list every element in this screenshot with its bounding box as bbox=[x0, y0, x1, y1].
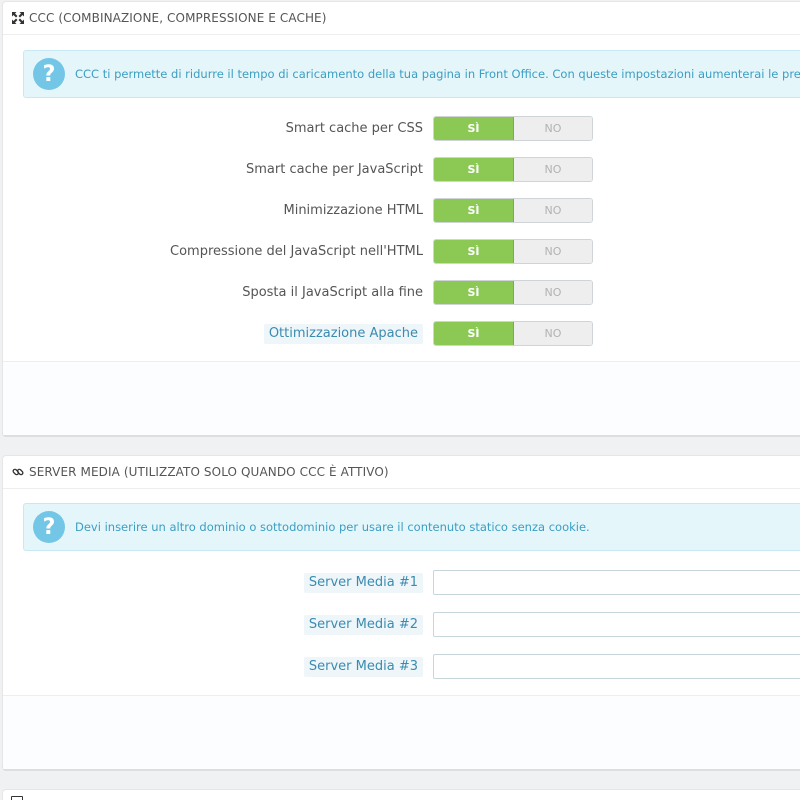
option-row-compress-inline-js: Compressione del JavaScript nell'HTML SÌ… bbox=[3, 239, 800, 264]
ccc-panel-heading: CCC (COMBINAZIONE, COMPRESSIONE E CACHE) bbox=[3, 2, 800, 35]
expand-arrows-icon bbox=[11, 12, 24, 25]
toggle-yes-button[interactable]: SÌ bbox=[434, 240, 514, 263]
media-servers-panel: SERVER MEDIA (UTILIZZATO SOLO QUANDO CCC… bbox=[2, 455, 800, 769]
toggle-no-button[interactable]: NO bbox=[514, 240, 592, 263]
minify-html-toggle[interactable]: SÌ NO bbox=[433, 198, 593, 223]
option-label: Smart cache per CSS bbox=[285, 121, 423, 136]
smart-cache-js-toggle[interactable]: SÌ NO bbox=[433, 157, 593, 182]
server-media-row-2: Server Media #2 bbox=[3, 612, 800, 637]
media-panel-heading: SERVER MEDIA (UTILIZZATO SOLO QUANDO CCC… bbox=[3, 456, 800, 489]
toggle-no-button[interactable]: NO bbox=[514, 322, 592, 345]
server-media-label[interactable]: Server Media #2 bbox=[303, 615, 423, 635]
ccc-panel-footer bbox=[3, 361, 800, 435]
server-media-2-input[interactable] bbox=[433, 612, 800, 637]
ccc-info-text: CCC ti permette di ridurre il tempo di c… bbox=[75, 67, 800, 81]
media-panel-footer bbox=[3, 695, 800, 769]
option-row-smart-cache-js: Smart cache per JavaScript SÌ NO bbox=[3, 157, 800, 182]
option-label: Sposta il JavaScript alla fine bbox=[242, 285, 423, 300]
toggle-no-button[interactable]: NO bbox=[514, 281, 592, 304]
ccc-panel: CCC (COMBINAZIONE, COMPRESSIONE E CACHE)… bbox=[2, 1, 800, 435]
toggle-no-button[interactable]: NO bbox=[514, 199, 592, 222]
server-media-1-input[interactable] bbox=[433, 570, 800, 595]
next-panel bbox=[2, 789, 800, 800]
media-info-text: Devi inserire un altro dominio o sottodo… bbox=[75, 520, 590, 534]
toggle-no-button[interactable]: NO bbox=[514, 158, 592, 181]
server-media-label[interactable]: Server Media #3 bbox=[303, 657, 423, 677]
toggle-yes-button[interactable]: SÌ bbox=[434, 199, 514, 222]
option-label: Minimizzazione HTML bbox=[283, 203, 423, 218]
smart-cache-css-toggle[interactable]: SÌ NO bbox=[433, 116, 593, 141]
ccc-panel-title: CCC (COMBINAZIONE, COMPRESSIONE E CACHE) bbox=[29, 11, 327, 25]
checkbox-icon bbox=[11, 796, 23, 800]
ccc-info-alert: ? CCC ti permette di ridurre il tempo di… bbox=[23, 50, 800, 98]
option-row-apache-optimization: Ottimizzazione Apache SÌ NO bbox=[3, 321, 800, 346]
link-icon bbox=[11, 466, 24, 479]
server-media-label[interactable]: Server Media #1 bbox=[303, 573, 423, 593]
toggle-no-button[interactable]: NO bbox=[514, 117, 592, 140]
move-js-end-toggle[interactable]: SÌ NO bbox=[433, 280, 593, 305]
server-media-row-1: Server Media #1 bbox=[3, 570, 800, 595]
option-row-minify-html: Minimizzazione HTML SÌ NO bbox=[3, 198, 800, 223]
apache-optimization-toggle[interactable]: SÌ NO bbox=[433, 321, 593, 346]
server-media-3-input[interactable] bbox=[433, 654, 800, 679]
help-question-icon: ? bbox=[33, 511, 65, 543]
media-info-alert: ? Devi inserire un altro dominio o sotto… bbox=[23, 503, 800, 551]
media-panel-title: SERVER MEDIA (UTILIZZATO SOLO QUANDO CCC… bbox=[29, 465, 389, 479]
toggle-yes-button[interactable]: SÌ bbox=[434, 322, 514, 345]
option-row-move-js-end: Sposta il JavaScript alla fine SÌ NO bbox=[3, 280, 800, 305]
toggle-yes-button[interactable]: SÌ bbox=[434, 281, 514, 304]
server-media-row-3: Server Media #3 bbox=[3, 654, 800, 679]
option-row-smart-cache-css: Smart cache per CSS SÌ NO bbox=[3, 116, 800, 141]
help-question-icon: ? bbox=[33, 58, 65, 90]
option-label-with-hint[interactable]: Ottimizzazione Apache bbox=[263, 324, 423, 344]
next-panel-heading bbox=[3, 790, 800, 800]
option-label: Smart cache per JavaScript bbox=[246, 162, 423, 177]
toggle-yes-button[interactable]: SÌ bbox=[434, 158, 514, 181]
option-label: Compressione del JavaScript nell'HTML bbox=[170, 244, 423, 259]
compress-inline-js-toggle[interactable]: SÌ NO bbox=[433, 239, 593, 264]
toggle-yes-button[interactable]: SÌ bbox=[434, 117, 514, 140]
